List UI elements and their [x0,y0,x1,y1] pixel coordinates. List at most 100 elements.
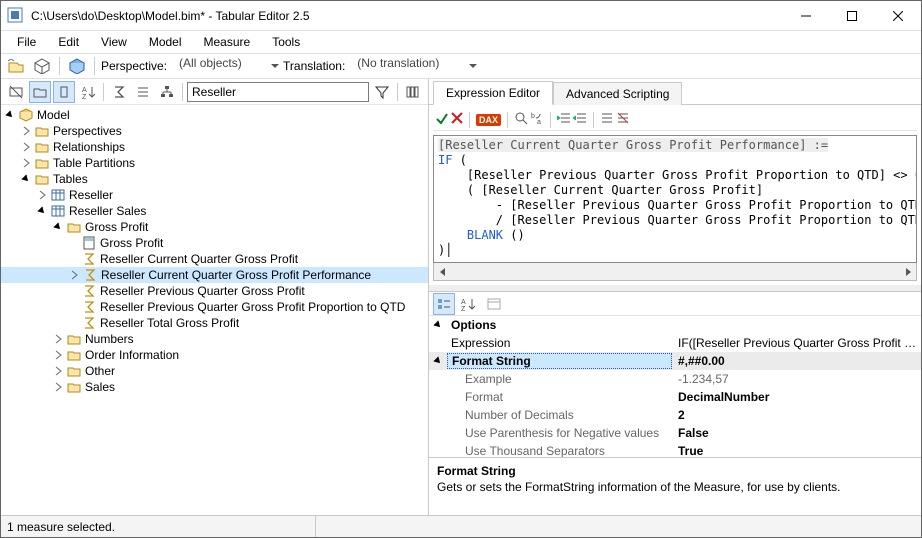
prop-row-parenthesis[interactable]: Use Parenthesis for Negative values Fals… [429,424,921,442]
folder-icon [34,155,50,171]
window-title: C:\Users\do\Desktop\Model.bim* - Tabular… [31,9,783,23]
content-area: AZ Model [1,79,921,515]
prop-row-thousand[interactable]: Use Thousand Separators True [429,442,921,457]
svg-text:a: a [537,119,541,125]
main-window: C:\Users\do\Desktop\Model.bim* - Tabular… [0,0,922,538]
main-toolbar: Perspective: (All objects) Translation: … [1,53,921,79]
maximize-button[interactable] [829,1,875,31]
sort-alpha-icon[interactable]: AZ [77,81,99,103]
app-icon [7,7,25,25]
tree-node-measure[interactable]: Reseller Current Quarter Gross Profit Pe… [1,267,428,283]
tab-advanced-scripting[interactable]: Advanced Scripting [553,82,682,105]
folder-icon [66,363,82,379]
tree-node-measure[interactable]: Reseller Total Gross Profit [1,315,428,331]
comment-icon[interactable] [600,112,614,127]
prop-row-example[interactable]: Example -1.234,57 [429,370,921,388]
calc-icon [81,235,97,251]
title-bar: C:\Users\do\Desktop\Model.bim* - Tabular… [1,1,921,31]
tree-node-tables[interactable]: Tables [1,171,428,187]
property-grid[interactable]: Options Expression IF([Reseller Previous… [429,316,921,457]
editor-h-scrollbar[interactable] [433,263,917,281]
tree-node-reseller-sales[interactable]: Reseller Sales [1,203,428,219]
scroll-left-icon[interactable] [434,264,451,280]
dax-badge-icon[interactable]: DAX [476,114,501,126]
tree-node-relationships[interactable]: Relationships [1,139,428,155]
prop-row-format-string[interactable]: Format String #,##0.00 [429,352,921,370]
hierarchy-icon[interactable] [156,81,178,103]
menu-edit[interactable]: Edit [48,33,89,51]
categorize-icon[interactable] [433,293,455,315]
tree-node-reseller[interactable]: Reseller [1,187,428,203]
tree-node-sales[interactable]: Sales [1,379,428,395]
svg-text:A: A [82,87,87,94]
search-input[interactable] [187,82,369,102]
outdent-icon[interactable] [573,112,587,127]
property-pages-icon[interactable] [483,293,505,315]
tree-panel: AZ Model [1,79,429,515]
model-tree[interactable]: Model Perspectives Relationships Table P… [1,105,428,515]
menu-measure[interactable]: Measure [194,33,261,51]
property-toolbar: AZ [429,292,921,316]
folder-icon [34,123,50,139]
tree-node-numbers[interactable]: Numbers [1,331,428,347]
translation-combo[interactable]: (No translation) [353,56,483,76]
tree-node-measure[interactable]: Gross Profit [1,235,428,251]
sigma-icon [81,315,97,331]
status-bar: 1 measure selected. [1,515,921,537]
folder-icon [34,139,50,155]
svg-text:Z: Z [82,94,87,99]
filter-icon[interactable] [371,81,393,103]
prop-row-decimals[interactable]: Number of Decimals 2 [429,406,921,424]
deploy-icon[interactable] [66,55,88,77]
tree-node-measure[interactable]: Reseller Current Quarter Gross Profit [1,251,428,267]
sigma-icon [82,267,98,283]
tree-node-other[interactable]: Other [1,363,428,379]
tree-node-table-partitions[interactable]: Table Partitions [1,155,428,171]
table-icon [50,203,66,219]
scroll-right-icon[interactable] [899,264,916,280]
columns-layout-icon[interactable] [402,81,424,103]
folder-icon [66,331,82,347]
property-description: Format String Gets or sets the FormatStr… [429,457,921,515]
tree-node-model[interactable]: Model [1,107,428,123]
prop-category-options[interactable]: Options [429,316,921,334]
sigma-icon[interactable] [108,81,130,103]
cube-icon[interactable] [31,55,53,77]
columns-toggle-icon[interactable] [53,81,75,103]
minimize-button[interactable] [783,1,829,31]
expression-code[interactable]: [Reseller Current Quarter Gross Profit P… [433,135,917,263]
menu-model[interactable]: Model [139,33,192,51]
sort-alpha-icon[interactable]: AZ [457,293,479,315]
tab-expression-editor[interactable]: Expression Editor [433,81,553,105]
indent-icon[interactable] [557,112,571,127]
cube-icon [18,107,34,123]
menu-tools[interactable]: Tools [262,33,310,51]
folder-icon [66,379,82,395]
property-description-header: Format String [437,464,913,478]
close-button[interactable] [875,1,921,31]
tree-node-measure[interactable]: Reseller Previous Quarter Gross Profit [1,283,428,299]
menu-bar: File Edit View Model Measure Tools [1,31,921,53]
prop-row-format[interactable]: Format DecimalNumber [429,388,921,406]
sigma-icon [81,299,97,315]
replace-icon[interactable]: ba [530,111,544,128]
open-icon[interactable] [5,55,27,77]
tree-node-perspectives[interactable]: Perspectives [1,123,428,139]
tree-node-gross-profit-folder[interactable]: Gross Profit [1,219,428,235]
uncomment-icon[interactable] [616,112,630,127]
accept-icon[interactable] [435,111,449,128]
menu-view[interactable]: View [91,33,137,51]
list-icon[interactable] [132,81,154,103]
perspective-combo[interactable]: (All objects) [175,56,285,76]
editor-toolbar: DAX ba [433,109,917,131]
cancel-icon[interactable] [451,112,463,127]
tree-node-measure[interactable]: Reseller Previous Quarter Gross Profit P… [1,299,428,315]
svg-text:A: A [461,299,466,306]
find-icon[interactable] [514,111,528,128]
tree-node-order-info[interactable]: Order Information [1,347,428,363]
hidden-toggle-icon[interactable] [5,81,27,103]
folders-toggle-icon[interactable] [29,81,51,103]
prop-row-expression[interactable]: Expression IF([Reseller Previous Quarter… [429,334,921,352]
tree-toolbar: AZ [1,79,428,105]
menu-file[interactable]: File [7,33,46,51]
